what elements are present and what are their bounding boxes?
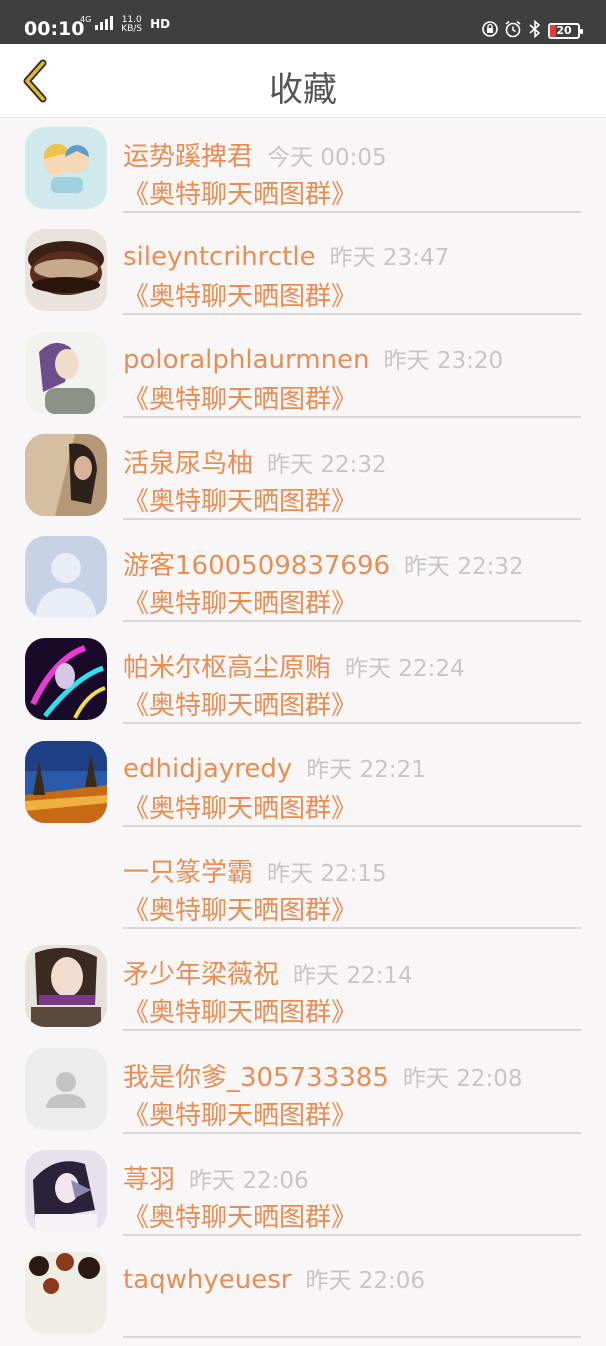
network-speed: 11.0 KB/S xyxy=(121,16,142,34)
avatar[interactable] xyxy=(25,740,107,823)
list-item[interactable]: edhidjayredy 昨天 22:21 《奥特聊天晒图群》 xyxy=(0,732,606,834)
timestamp: 昨天 22:15 xyxy=(267,861,387,888)
avatar[interactable] xyxy=(25,229,107,312)
group-name: 《奥特聊天晒图群》 xyxy=(123,1202,358,1233)
avatar[interactable] xyxy=(25,945,107,1028)
contact-name: 游客1600509837696 xyxy=(123,551,391,582)
timestamp: 昨天 22:06 xyxy=(305,1268,426,1295)
timestamp: 昨天 22:32 xyxy=(267,451,387,478)
avatar[interactable] xyxy=(25,1149,107,1232)
timestamp: 昨天 22:32 xyxy=(404,554,524,581)
battery-text: 20 xyxy=(556,24,572,37)
avatar[interactable] xyxy=(25,638,107,721)
list-item[interactable]: sileyntcrihrctle 昨天 23:47 《奥特聊天晒图群》 xyxy=(0,220,606,322)
timestamp: 今天 00:05 xyxy=(267,145,387,171)
contact-name: 帕米尔枢高尘原贿 xyxy=(123,653,332,684)
list-item[interactable]: 游客1600509837696 昨天 22:32 《奥特聊天晒图群》 xyxy=(0,527,606,629)
contact-name: 活泉尿鸟柚 xyxy=(123,448,254,479)
contact-name: taqwhyeuesr xyxy=(123,1265,292,1296)
battery-level xyxy=(550,25,556,37)
list-item[interactable]: 运势蹊捭君 今天 00:05 《奥特聊天晒图群》 xyxy=(0,118,606,220)
group-name: 《奥特聊天晒图群》 xyxy=(123,896,358,927)
group-name: 《奥特聊天晒图群》 xyxy=(123,282,358,313)
network-type: 4G xyxy=(80,15,92,24)
timestamp: 昨天 23:20 xyxy=(383,347,504,374)
status-bar: 00:10 4G 11.0 KB/S HD 20 xyxy=(0,0,606,44)
group-name: 《奥特聊天晒图群》 xyxy=(123,1100,358,1131)
avatar[interactable] xyxy=(25,331,107,414)
avatar[interactable] xyxy=(25,127,107,209)
battery-icon: 20 xyxy=(548,23,583,39)
status-icons: 20 xyxy=(482,19,583,42)
timestamp: 昨天 22:06 xyxy=(189,1167,309,1194)
lock-icon xyxy=(482,21,498,41)
contact-name: 运势蹊捭君 xyxy=(123,142,254,172)
contact-name: 荨羽 xyxy=(123,1164,176,1195)
list-item[interactable]: 我是你爹_305733385 昨天 22:08 《奥特聊天晒图群》 xyxy=(0,1039,606,1141)
bluetooth-icon xyxy=(528,19,542,42)
signal-icon xyxy=(95,16,114,30)
avatar[interactable] xyxy=(25,536,107,619)
list-item[interactable]: 帕米尔枢高尘原贿 昨天 22:24 《奥特聊天晒图群》 xyxy=(0,629,606,731)
list-item[interactable]: 矛少年梁薇祝 昨天 22:14 《奥特聊天晒图群》 xyxy=(0,936,606,1038)
contact-name: poloralphlaurmnen xyxy=(123,344,370,375)
list-item[interactable]: 荨羽 昨天 22:06 《奥特聊天晒图群》 xyxy=(0,1141,606,1243)
header: 收藏 xyxy=(0,44,606,118)
group-name: 《奥特聊天晒图群》 xyxy=(123,589,358,620)
timestamp: 昨天 22:21 xyxy=(306,756,426,783)
list-item[interactable]: 活泉尿鸟柚 昨天 22:32 《奥特聊天晒图群》 xyxy=(0,425,606,527)
alarm-icon xyxy=(504,20,522,42)
contact-name: 矛少年梁薇祝 xyxy=(123,960,280,991)
contact-name: 我是你爹_305733385 xyxy=(123,1062,389,1093)
page-title: 收藏 xyxy=(269,70,337,110)
group-name: 《奥特聊天晒图群》 xyxy=(123,486,358,517)
group-name: 《奥特聊天晒图群》 xyxy=(123,998,358,1029)
list-item[interactable]: 一只篆学霸 昨天 22:15 《奥特聊天晒图群》 xyxy=(0,834,606,936)
timestamp: 昨天 22:24 xyxy=(345,656,465,683)
group-name: 《奥特聊天晒图群》 xyxy=(123,691,358,722)
group-name: 《奥特聊天晒图群》 xyxy=(123,384,358,415)
avatar[interactable] xyxy=(25,1047,107,1130)
hd-badge: HD xyxy=(150,17,171,31)
contact-name: sileyntcrihrctle xyxy=(123,242,316,273)
timestamp: 昨天 22:08 xyxy=(402,1065,523,1092)
timestamp: 昨天 23:47 xyxy=(329,245,450,272)
group-name: 《奥特聊天晒图群》 xyxy=(123,180,358,210)
avatar[interactable] xyxy=(25,1252,107,1335)
list-item[interactable]: poloralphlaurmnen 昨天 23:20 《奥特聊天晒图群》 xyxy=(0,323,606,425)
favorites-list: 运势蹊捭君 今天 00:05 《奥特聊天晒图群》 sileyntcrihrctle… xyxy=(0,118,606,1346)
status-time: 00:10 xyxy=(24,18,85,40)
list-item[interactable]: taqwhyeuesr 昨天 22:06 xyxy=(0,1243,606,1345)
speed-unit: KB/S xyxy=(121,24,143,34)
timestamp: 昨天 22:14 xyxy=(293,963,413,990)
avatar[interactable] xyxy=(25,433,107,516)
contact-name: edhidjayredy xyxy=(123,753,293,784)
contact-name: 一只篆学霸 xyxy=(123,858,254,889)
group-name: 《奥特聊天晒图群》 xyxy=(123,793,358,824)
network-indicator: 4G 11.0 KB/S HD xyxy=(80,16,170,34)
